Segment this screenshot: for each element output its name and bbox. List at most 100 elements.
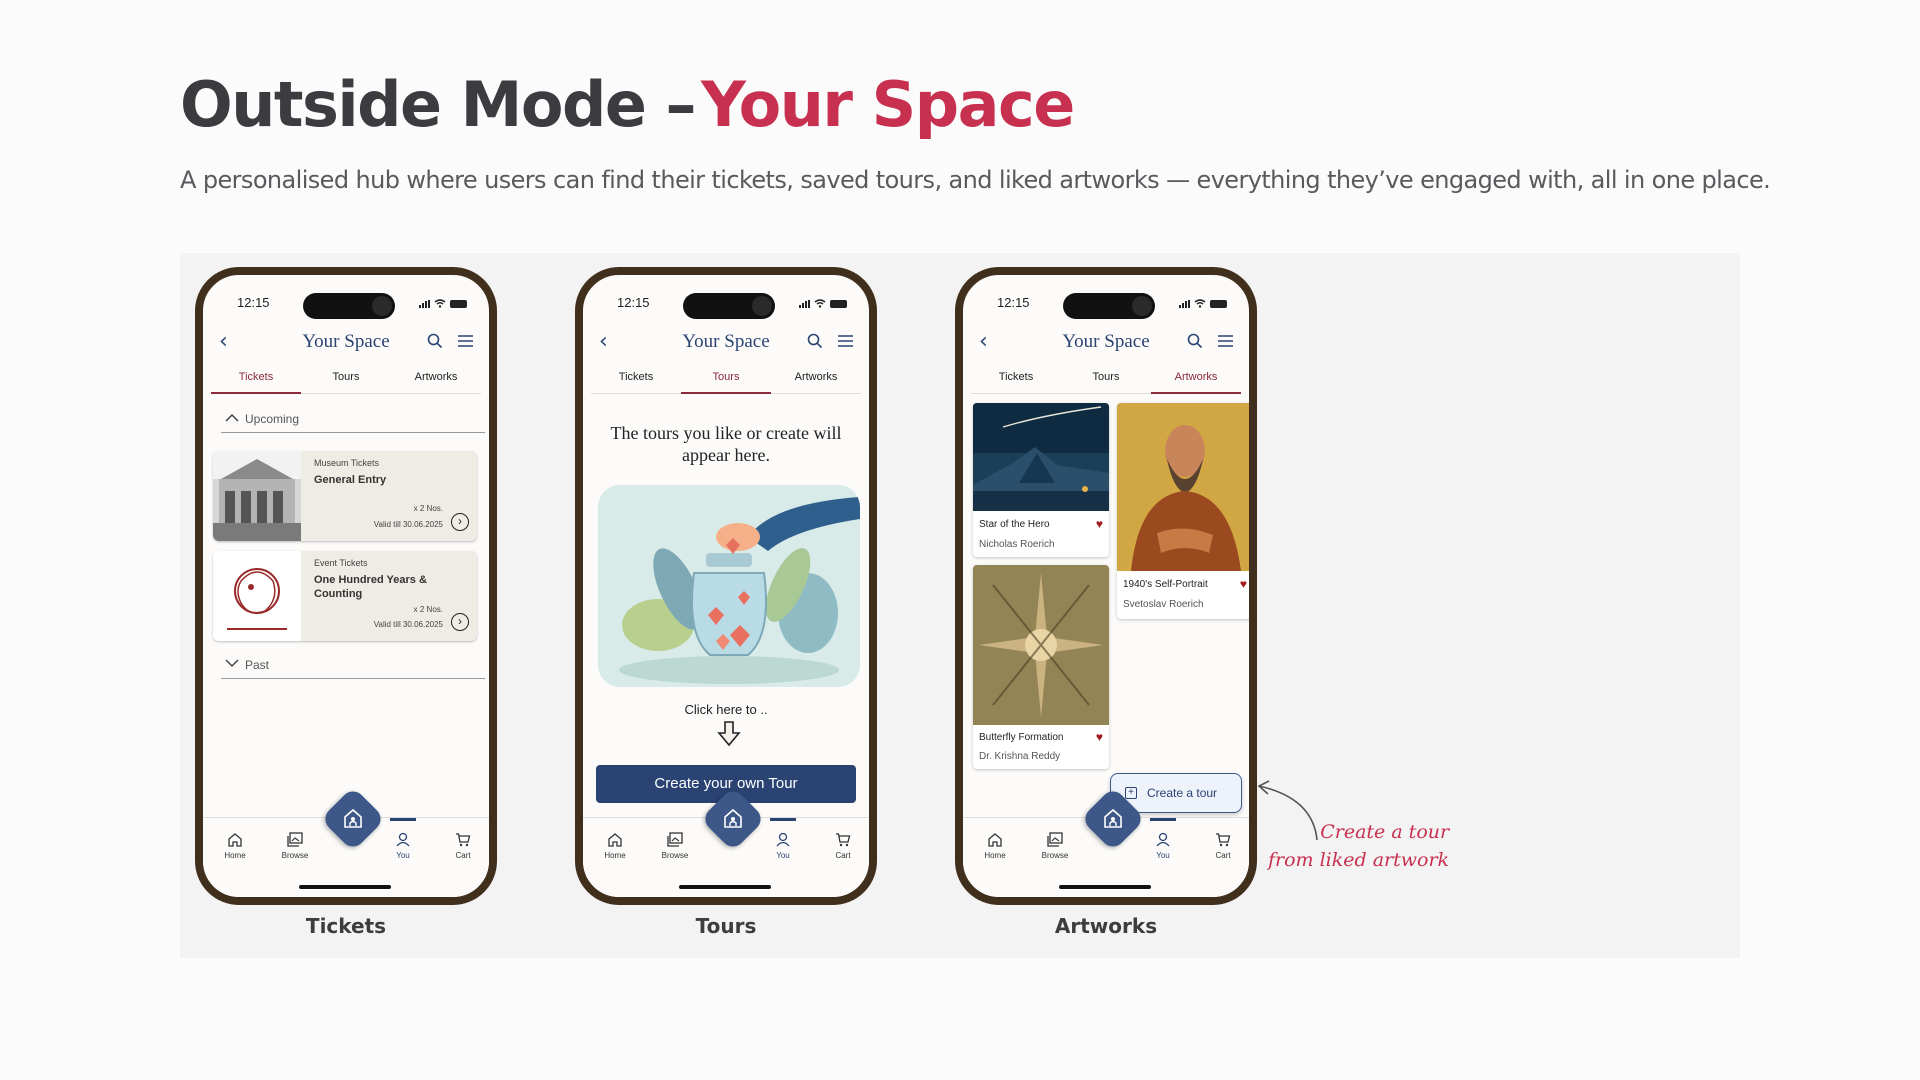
signal-icon [799, 299, 810, 308]
gallery-icon [667, 832, 683, 847]
tab-artworks[interactable]: Artworks [1151, 371, 1241, 394]
app-bar-title: Your Space [682, 331, 770, 352]
wifi-icon [1194, 299, 1206, 308]
tab-tickets[interactable]: Tickets [971, 371, 1061, 394]
museum-icon [1104, 808, 1122, 828]
home-icon [228, 833, 242, 847]
tab-bar: Tickets Tours Artworks [971, 371, 1241, 394]
nav-you[interactable]: You [383, 818, 423, 860]
bottom-nav: Home Browse You Cart [203, 786, 489, 897]
tab-tickets[interactable]: Tickets [211, 371, 301, 394]
annotation-note: Create a tour from liked artwork [1268, 818, 1449, 874]
section-upcoming-label: Upcoming [245, 412, 300, 426]
home-icon [608, 833, 622, 847]
nav-you[interactable]: You [763, 818, 803, 860]
section-upcoming[interactable]: Upcoming [221, 409, 485, 433]
artwork-artist: Nicholas Roerich [979, 539, 1055, 550]
nav-cart[interactable]: Cart [823, 832, 863, 860]
nav-you[interactable]: You [1143, 818, 1183, 860]
ticket-card[interactable]: Event Tickets One Hundred Years & Counti… [213, 551, 477, 641]
app-bar: ‹ Your Space [963, 327, 1249, 357]
status-time: 12:15 [617, 295, 650, 310]
status-time: 12:15 [237, 295, 270, 310]
nav-browse[interactable]: Browse [655, 832, 695, 860]
tab-artworks[interactable]: Artworks [391, 371, 481, 394]
click-hint: Click here to .. [684, 702, 768, 717]
heart-filled-icon[interactable]: ♥ [1096, 730, 1103, 744]
search-icon[interactable] [807, 333, 823, 349]
user-icon [1156, 832, 1170, 847]
ticket-validity: Valid till 30.06.2025 [373, 520, 443, 529]
nav-cart[interactable]: Cart [1203, 832, 1243, 860]
home-indicator [1059, 885, 1151, 889]
tab-tours[interactable]: Tours [301, 371, 391, 394]
artwork-artist: Dr. Krishna Reddy [979, 751, 1061, 762]
chevron-right-circle-icon[interactable]: › [451, 613, 469, 631]
tab-tickets[interactable]: Tickets [591, 371, 681, 394]
artwork-artist: Svetoslav Roerich [1123, 599, 1204, 610]
battery-icon [1210, 299, 1227, 308]
heart-filled-icon[interactable]: ♥ [1096, 517, 1103, 531]
nav-home[interactable]: Home [595, 832, 635, 860]
nav-home[interactable]: Home [975, 832, 1015, 860]
nav-browse[interactable]: Browse [275, 832, 315, 860]
artwork-image [1117, 403, 1249, 571]
bottom-nav: Home Browse You Cart [963, 786, 1249, 897]
user-icon [396, 832, 410, 847]
ticket-card[interactable]: Museum Tickets General Entry x 2 Nos. Va… [213, 451, 477, 541]
museum-icon [724, 808, 742, 828]
ticket-image [213, 551, 301, 641]
ticket-kind: Event Tickets [314, 558, 368, 568]
add-square-icon: + [1125, 787, 1137, 799]
wifi-icon [814, 299, 826, 308]
nav-browse[interactable]: Browse [1035, 832, 1075, 860]
caption-tickets: Tickets [305, 914, 387, 938]
battery-icon [450, 299, 467, 308]
menu-icon[interactable] [458, 335, 473, 347]
section-past[interactable]: Past [221, 655, 485, 679]
tab-tours[interactable]: Tours [681, 371, 771, 394]
arrow-down-icon [717, 721, 741, 747]
search-icon[interactable] [1187, 333, 1203, 349]
bottom-nav: Home Browse You Cart [583, 786, 869, 897]
ticket-image [213, 451, 301, 541]
artwork-card[interactable]: Star of the Hero ♥ Nicholas Roerich [973, 403, 1109, 557]
museum-icon [344, 808, 362, 828]
wifi-icon [434, 299, 446, 308]
artwork-card[interactable]: Butterfly Formation ♥ Dr. Krishna Reddy [973, 565, 1109, 769]
status-bar: 12:15 [963, 293, 1249, 319]
nav-cart[interactable]: Cart [443, 832, 483, 860]
menu-icon[interactable] [1218, 335, 1233, 347]
chevron-right-circle-icon[interactable]: › [451, 513, 469, 531]
signal-icon [1179, 299, 1190, 308]
section-past-label: Past [245, 658, 270, 672]
cart-icon [456, 833, 471, 847]
status-bar: 12:15 [203, 293, 489, 319]
ticket-kind: Museum Tickets [314, 458, 380, 468]
tab-bar: Tickets Tours Artworks [211, 371, 481, 394]
artwork-title: 1940's Self-Portrait [1123, 579, 1208, 590]
nav-home[interactable]: Home [215, 832, 255, 860]
home-indicator [299, 885, 391, 889]
menu-icon[interactable] [838, 335, 853, 347]
museum-mode-button[interactable] [320, 786, 386, 852]
dynamic-island [683, 293, 775, 319]
artwork-card[interactable]: 1940's Self-Portrait ♥ Svetoslav Roerich [1117, 403, 1249, 619]
app-bar-title: Your Space [1062, 331, 1150, 352]
status-time: 12:15 [997, 295, 1030, 310]
tab-artworks[interactable]: Artworks [771, 371, 861, 394]
status-bar: 12:15 [583, 293, 869, 319]
gallery-icon [287, 832, 303, 847]
dynamic-island [303, 293, 395, 319]
chevron-up-icon [225, 413, 239, 422]
caption-artworks: Artworks [1054, 914, 1158, 938]
app-bar: ‹ Your Space [583, 327, 869, 357]
annotation-line-1: Create a tour [1320, 821, 1450, 843]
artwork-title: Butterfly Formation [979, 732, 1064, 743]
search-icon[interactable] [427, 333, 443, 349]
tab-tours[interactable]: Tours [1061, 371, 1151, 394]
heart-filled-icon[interactable]: ♥ [1240, 577, 1247, 591]
page-title-accent: Your Space [700, 68, 1075, 141]
app-bar: ‹ Your Space [203, 327, 489, 357]
phone-tickets: 12:15 ‹ Your Space Tickets Tours Artwork… [195, 267, 497, 905]
